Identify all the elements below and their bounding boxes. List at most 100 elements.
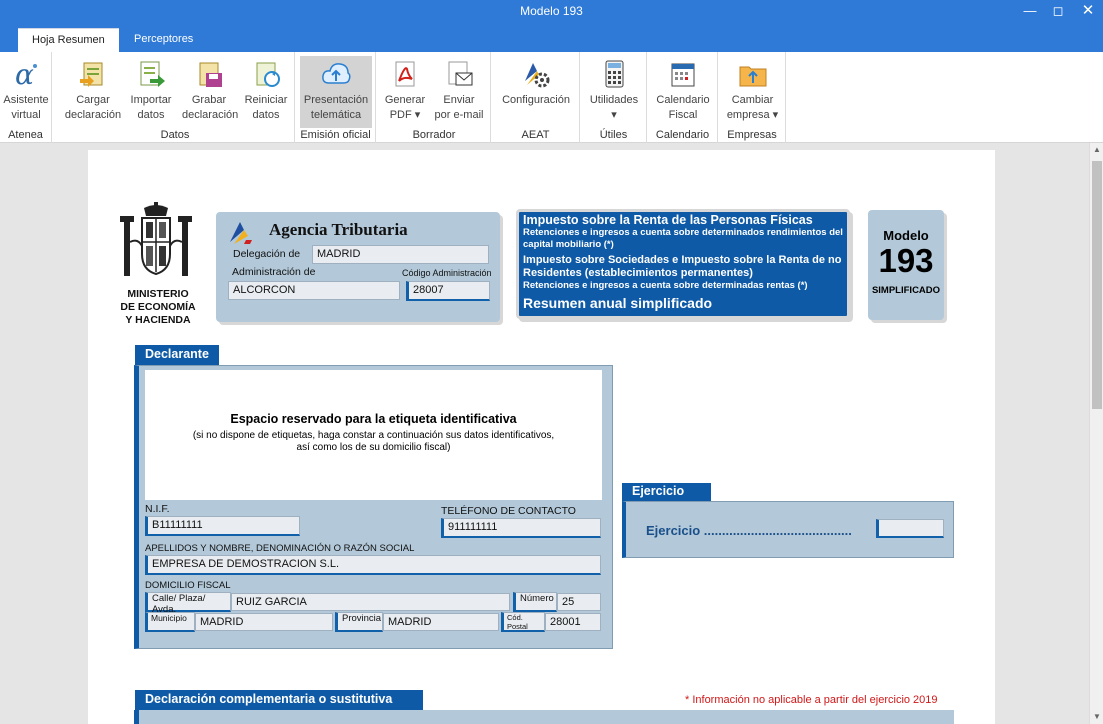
administracion-field[interactable]: ALCORCON [228,281,400,300]
delegacion-field[interactable]: MADRID [312,245,489,264]
agencia-tributaria-logo-icon [230,222,252,244]
generar-pdf-button[interactable]: Generar PDF ▾ [380,56,430,128]
group-label-calendario: Calendario [655,129,710,141]
utilidades-button[interactable]: Utilidades ▾ [583,56,645,128]
coat-of-arms-icon [120,202,192,276]
email-icon [448,61,473,86]
nombre-label: APELLIDOS Y NOMBRE, DENOMINACIÓN O RAZÓN… [145,543,415,554]
ejercicio-tab: Ejercicio [622,483,711,501]
provincia-label: Provincia [335,612,383,632]
group-label-utiles: Útiles [599,129,628,141]
load-declaration-icon [80,62,103,87]
minimize-icon[interactable]: — [1020,2,1040,20]
not-applicable-note: * Información no aplicable a partir del … [685,694,938,706]
svg-text:α: α [15,59,34,89]
maximize-icon[interactable]: ◻ [1048,2,1068,20]
configuration-icon [525,63,550,88]
tax-line-sociedades: Retenciones e ingresos a cuenta sobre de… [523,280,808,291]
nif-field[interactable]: B11111111 [145,516,300,536]
close-icon[interactable]: ✕ [1078,2,1098,20]
nif-label: N.I.F. [145,503,170,515]
importar-datos-button[interactable]: Importar datos [126,56,176,128]
enviar-email-button[interactable]: Enviar por e-mail [430,56,488,128]
codigo-administracion-label: Código Administración [402,268,492,278]
asistente-virtual-button[interactable]: α Asistente virtual [0,56,52,128]
group-label-empresas: Empresas [727,129,777,141]
tax-line-irpf: Retenciones e ingresos a cuenta sobre de… [523,227,843,250]
nombre-field[interactable]: EMPRESA DE DEMOSTRACION S.L. [145,555,601,575]
tab-hoja-resumen[interactable]: Hoja Resumen [18,28,119,52]
atenea-alpha-icon: α [15,59,37,89]
reserved-space-title: Espacio reservado para la etiqueta ident… [230,412,517,426]
municipio-label: Municipio [145,612,195,632]
modelo-box: Modelo 193 SIMPLIFICADO [868,210,944,320]
ejercicio-field[interactable] [876,519,944,538]
reset-data-icon [256,62,280,87]
configuracion-button[interactable]: Configuración [496,56,576,128]
pdf-icon [395,61,415,87]
vertical-scrollbar[interactable]: ▲ ▼ [1089,143,1103,724]
declarante-tab: Declarante [135,345,219,365]
cloud-upload-icon [322,63,351,84]
calle-field[interactable]: RUIZ GARCIA [231,593,510,611]
group-label-aeat: AEAT [521,129,550,141]
tab-perceptores[interactable]: Perceptores [120,28,207,52]
codigo-postal-field[interactable]: 28001 [545,613,601,631]
cambiar-empresa-button[interactable]: Cambiar empresa ▾ [721,56,784,128]
ribbon-group-calendario: Calendario Fiscal Calendario [648,52,718,143]
tax-title-sociedades: Impuesto sobre Sociedades e Impuesto sob… [523,254,842,279]
group-label-atenea: Atenea [8,129,43,141]
codigo-postal-label: Cód. Postal [501,612,545,632]
administracion-label: Administración de [232,266,316,278]
folder-icon [739,66,766,87]
tax-description-box: Impuesto sobre la Renta de las Personas … [516,209,850,319]
label-reserved-space: Espacio reservado para la etiqueta ident… [145,370,602,500]
scroll-down-icon[interactable]: ▼ [1090,710,1103,724]
domicilio-label: DOMICILIO FISCAL [145,580,231,591]
group-label-borrador: Borrador [412,129,456,141]
reiniciar-datos-button[interactable]: Reiniciar datos [240,56,292,128]
agency-name: Agencia Tributaria [269,220,408,239]
calendario-fiscal-button[interactable]: Calendario Fiscal [650,56,716,128]
provincia-field[interactable]: MADRID [383,613,499,631]
ribbon: α Asistente virtual Atenea Cargar declar… [0,52,1103,143]
window-title: Modelo 193 [520,4,583,18]
ribbon-group-datos: Cargar declaración Importar datos Grabar… [56,52,295,143]
modelo-type: SIMPLIFICADO [871,285,941,296]
ribbon-group-borrador: Generar PDF ▾ Enviar por e-mail Borrador [378,52,491,143]
declaracion-complementaria-box [134,710,954,724]
modelo-label: Modelo [883,228,929,243]
declarante-box: Espacio reservado para la etiqueta ident… [134,365,613,649]
ejercicio-box: Ejercicio ..............................… [622,501,954,558]
save-declaration-icon [199,62,222,87]
telefono-field[interactable]: 911111111 [441,518,601,538]
ribbon-group-aeat: Configuración AEAT [492,52,580,143]
delegacion-label: Delegación de [233,248,301,260]
declaracion-complementaria-tab: Declaración complementaria o sustitutiva [135,690,423,710]
ribbon-group-empresas: Cambiar empresa ▾ Empresas [719,52,786,143]
agency-box: Agencia Tributaria Delegación de MADRID … [216,212,500,322]
group-label-emision-oficial: Emisión oficial [300,129,371,141]
codigo-administracion-field[interactable]: 28007 [406,281,490,301]
municipio-field[interactable]: MADRID [195,613,333,631]
tax-summary: Resumen anual simplificado [523,295,713,311]
ejercicio-label: Ejercicio ..............................… [646,523,852,538]
numero-label: Número [513,592,557,612]
grabar-declaracion-button[interactable]: Grabar declaración [182,56,238,128]
group-label-datos: Datos [160,129,190,141]
tax-title-irpf: Impuesto sobre la Renta de las Personas … [523,213,813,227]
title-bar: Modelo 193 — ◻ ✕ [0,0,1103,24]
telefono-label: TELÉFONO DE CONTACTO [441,505,576,517]
reserved-space-note: (si no dispone de etiquetas, haga consta… [192,430,555,453]
numero-field[interactable]: 25 [557,593,601,611]
cargar-declaracion-button[interactable]: Cargar declaración [60,56,126,128]
calle-label: Calle/ Plaza/ Avda. [145,592,231,615]
scroll-up-icon[interactable]: ▲ [1090,143,1103,157]
calendar-icon [671,63,695,87]
presentacion-telematica-button[interactable]: Presentación telemática [300,56,372,128]
ribbon-group-atenea: α Asistente virtual Atenea [0,52,52,143]
import-data-icon [140,61,165,87]
ribbon-group-emision-oficial: Presentación telemática Emisión oficial [296,52,376,143]
ribbon-tab-bar: Hoja Resumen Perceptores [0,24,1103,52]
scroll-thumb[interactable] [1092,161,1102,409]
